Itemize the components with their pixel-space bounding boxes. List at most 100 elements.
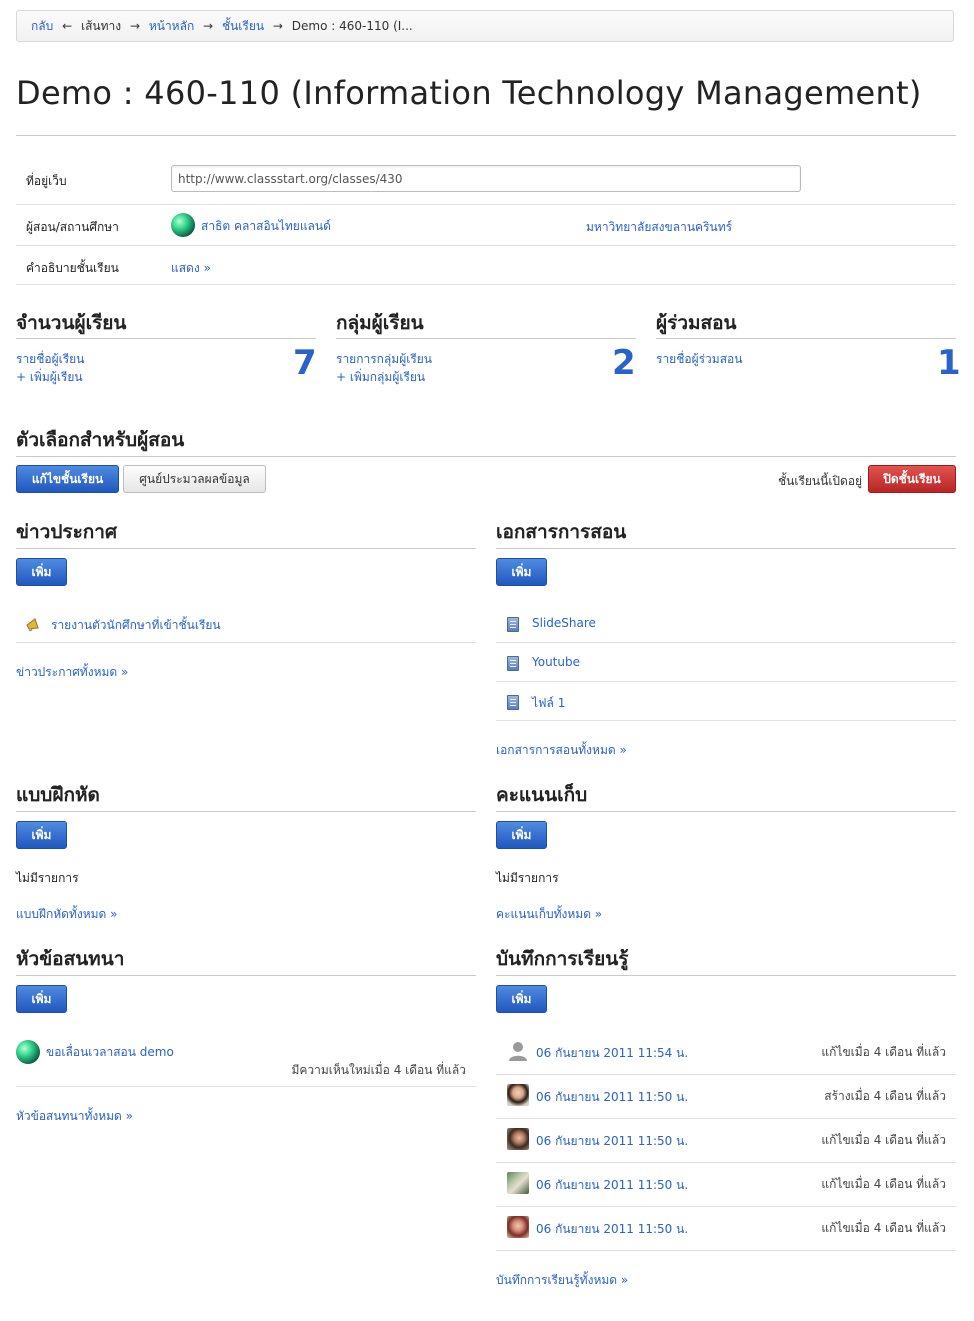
description-label: คำอธิบายชั้นเรียน [26, 261, 119, 275]
institution-link[interactable]: มหาวิทยาลัยสงขลานครินทร์ [586, 218, 732, 237]
breadcrumb-classes-link[interactable]: ชั้นเรียน [222, 19, 264, 33]
add-exercise-button[interactable]: เพิ่ม [16, 821, 67, 849]
document-icon [507, 617, 519, 632]
coteacher-list-link[interactable]: รายชื่อผู้ร่วมสอน [656, 350, 742, 369]
page-title: Demo : 460-110 (Information Technology M… [16, 74, 922, 112]
arrow-left-icon: ← [62, 19, 73, 33]
journals-title: บันทึกการเรียนรู้ [496, 948, 629, 970]
journal-meta: สร้างเมื่อ 4 เดือน ที่แล้ว [824, 1089, 946, 1103]
discussion-link[interactable]: ขอเลื่อนเวลาสอน demo [46, 1043, 174, 1062]
class-status-text: ชั้นเรียนนี้เปิดอยู่ [778, 474, 863, 488]
student-avatar [507, 1216, 529, 1238]
group-count: 2 [612, 343, 636, 383]
exercises-title: แบบฝึกหัด [16, 784, 100, 806]
divider [16, 456, 956, 457]
coteachers-title: ผู้ร่วมสอน [656, 312, 737, 334]
divider [496, 720, 956, 721]
breadcrumb-path-label: เส้นทาง [80, 19, 122, 33]
teacher-options-title: ตัวเลือกสำหรับผู้สอน [16, 429, 185, 451]
divider [16, 135, 956, 136]
scores-title: คะแนนเก็บ [496, 784, 588, 806]
coteacher-count: 1 [937, 343, 961, 383]
add-group-link[interactable]: + เพิ่มกลุ่มผู้เรียน [336, 368, 425, 387]
breadcrumb-back-link[interactable]: กลับ [31, 19, 53, 33]
show-description-link[interactable]: แสดง » [171, 259, 211, 278]
divider [496, 811, 956, 812]
groups-title: กลุ่มผู้เรียน [336, 312, 424, 334]
document-icon [507, 695, 519, 710]
breadcrumb-current: Demo : 460-110 (I... [291, 19, 413, 33]
divider [16, 642, 476, 643]
student-avatar [507, 1128, 529, 1150]
add-discussion-button[interactable]: เพิ่ม [16, 985, 67, 1013]
megaphone-icon [26, 618, 39, 632]
divider [16, 245, 956, 246]
student-count: 7 [293, 343, 317, 383]
all-journals-link[interactable]: บันทึกการเรียนรู้ทั้งหมด » [496, 1271, 628, 1290]
journal-link[interactable]: 06 กันยายน 2011 11:50 น. [536, 1220, 688, 1239]
default-user-icon [509, 1042, 527, 1061]
data-center-button[interactable]: ศูนย์ประมวลผลข้อมูล [123, 465, 266, 493]
scores-empty-text: ไม่มีรายการ [496, 871, 559, 885]
journal-meta: แก้ไขเมื่อ 4 เดือน ที่แล้ว [821, 1133, 946, 1147]
student-avatar [507, 1172, 529, 1194]
author-avatar [16, 1040, 40, 1064]
divider [336, 338, 636, 339]
divider [16, 284, 956, 285]
materials-title: เอกสารการสอน [496, 521, 627, 543]
arrow-right-icon: → [272, 19, 283, 33]
teacher-name-link[interactable]: สาธิต คลาสอินไทยแลนด์ [201, 217, 331, 236]
divider [16, 204, 956, 205]
divider [16, 975, 476, 976]
divider [16, 548, 476, 549]
breadcrumb: กลับ ← เส้นทาง → หน้าหลัก → ชั้นเรียน → … [16, 10, 954, 42]
material-link[interactable]: ไฟล์ 1 [532, 694, 565, 713]
journal-link[interactable]: 06 กันยายน 2011 11:50 น. [536, 1132, 688, 1151]
add-student-link[interactable]: + เพิ่มผู้เรียน [16, 368, 83, 387]
edit-class-button[interactable]: แก้ไขชั้นเรียน [16, 465, 119, 493]
divider [496, 1118, 956, 1119]
divider [496, 1162, 956, 1163]
divider [496, 975, 956, 976]
all-exercises-link[interactable]: แบบฝึกหัดทั้งหมด » [16, 905, 118, 924]
discussion-meta: มีความเห็นใหม่เมื่อ 4 เดือน ที่แล้ว [291, 1063, 466, 1077]
divider [496, 548, 956, 549]
divider [16, 1086, 476, 1087]
all-materials-link[interactable]: เอกสารการสอนทั้งหมด » [496, 741, 627, 760]
all-scores-link[interactable]: คะแนนเก็บทั้งหมด » [496, 905, 602, 924]
discussions-title: หัวข้อสนทนา [16, 948, 125, 970]
teacher-avatar [171, 213, 195, 237]
divider [16, 811, 476, 812]
journal-link[interactable]: 06 กันยายน 2011 11:50 น. [536, 1176, 688, 1195]
divider [496, 1250, 956, 1251]
add-material-button[interactable]: เพิ่ม [496, 558, 547, 586]
journal-meta: แก้ไขเมื่อ 4 เดือน ที่แล้ว [821, 1177, 946, 1191]
group-list-link[interactable]: รายการกลุ่มผู้เรียน [336, 350, 432, 369]
announcements-title: ข่าวประกาศ [16, 521, 118, 543]
add-score-button[interactable]: เพิ่ม [496, 821, 547, 849]
close-class-button[interactable]: ปิดชั้นเรียน [868, 465, 956, 493]
material-link[interactable]: Youtube [532, 655, 580, 669]
url-label: ที่อยู่เว็บ [26, 174, 67, 188]
class-url-field[interactable] [171, 165, 801, 192]
students-count-title: จำนวนผู้เรียน [16, 312, 127, 334]
divider [16, 338, 316, 339]
teacher-label: ผู้สอน/สถานศึกษา [26, 220, 119, 234]
divider [656, 338, 956, 339]
all-discussions-link[interactable]: หัวข้อสนทนาทั้งหมด » [16, 1107, 133, 1126]
breadcrumb-home-link[interactable]: หน้าหลัก [149, 19, 194, 33]
divider [496, 1074, 956, 1075]
add-journal-button[interactable]: เพิ่ม [496, 985, 547, 1013]
journal-meta: แก้ไขเมื่อ 4 เดือน ที่แล้ว [821, 1045, 946, 1059]
arrow-right-icon: → [129, 19, 140, 33]
student-list-link[interactable]: รายชื่อผู้เรียน [16, 350, 84, 369]
add-announcement-button[interactable]: เพิ่ม [16, 558, 67, 586]
announcement-link[interactable]: รายงานตัวนักศึกษาที่เข้าชั้นเรียน [51, 616, 221, 635]
divider [496, 681, 956, 682]
exercises-empty-text: ไม่มีรายการ [16, 871, 79, 885]
journal-link[interactable]: 06 กันยายน 2011 11:54 น. [536, 1044, 688, 1063]
journal-link[interactable]: 06 กันยายน 2011 11:50 น. [536, 1088, 688, 1107]
material-link[interactable]: SlideShare [532, 616, 596, 630]
divider [496, 1206, 956, 1207]
all-announcements-link[interactable]: ข่าวประกาศทั้งหมด » [16, 663, 128, 682]
